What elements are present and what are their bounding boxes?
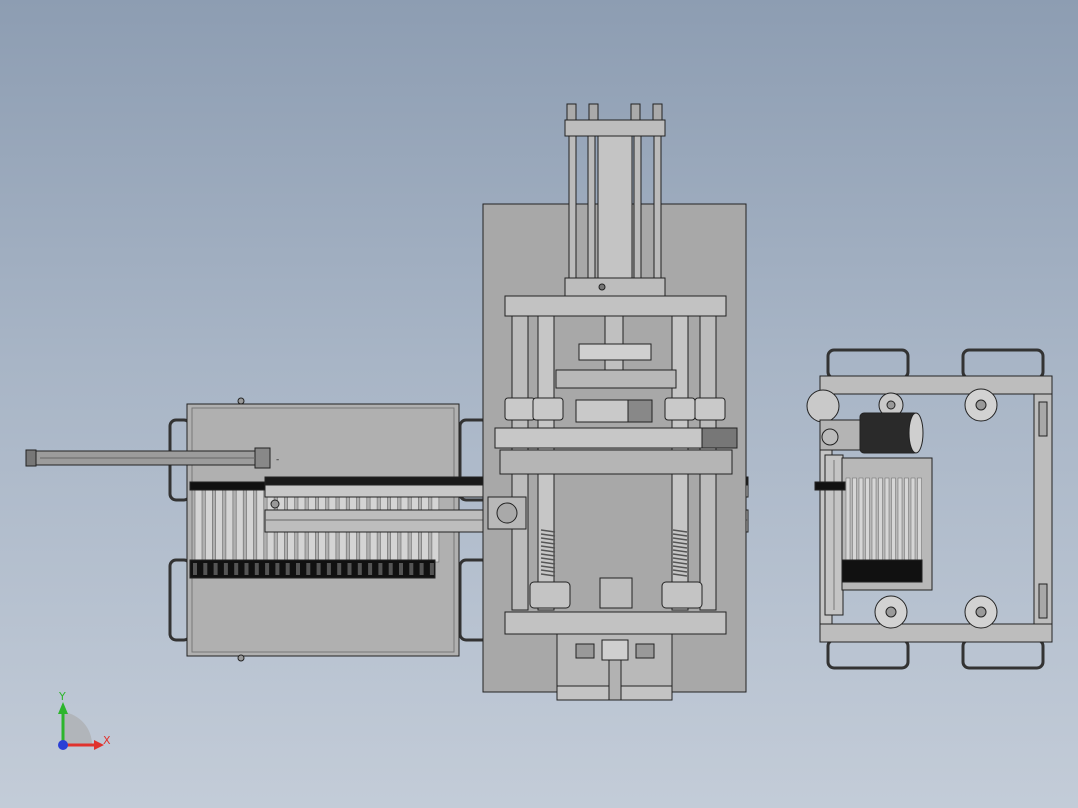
band-dot — [244, 563, 249, 575]
pusher-tip-mark: - — [276, 455, 279, 465]
feeder-tube — [235, 489, 244, 563]
band-dot — [337, 563, 342, 575]
pusher-cylinder: - — [25, 447, 279, 469]
frame-bottom-bar — [819, 623, 1053, 643]
band-dot — [213, 563, 218, 575]
upper-crosshead — [504, 295, 727, 317]
spring-base-left — [529, 581, 571, 609]
rail-roller-left — [270, 499, 280, 509]
mid-bracket — [555, 369, 677, 389]
tie-rod-4 — [653, 135, 662, 281]
band-dot — [193, 563, 197, 575]
port-fitting — [598, 283, 606, 291]
drive-handle-tl — [826, 348, 910, 380]
band-dot — [326, 563, 331, 575]
band-dot — [388, 563, 393, 575]
drive-upper-band — [814, 481, 846, 491]
feeder-tube — [225, 489, 234, 563]
right-drive-module — [806, 348, 1053, 670]
frame-slot-bottom — [1038, 583, 1048, 619]
band-dot — [306, 563, 311, 575]
band-dot — [357, 563, 362, 575]
cylinder-barrel — [597, 135, 633, 281]
band-dot — [419, 563, 424, 575]
band-dot — [347, 563, 352, 575]
drive-tube — [917, 477, 922, 563]
tie-rod-3 — [633, 135, 642, 281]
band-dot — [399, 563, 403, 575]
band-dot — [223, 563, 228, 575]
cad-model-view[interactable]: - Y X — [0, 0, 1078, 808]
pusher-mount — [254, 447, 271, 469]
band-dot — [203, 563, 208, 575]
press-head-block — [578, 343, 652, 361]
drive-tube — [845, 477, 851, 563]
lower-crosshead — [504, 611, 727, 635]
drive-tube — [897, 477, 903, 563]
tie-rod-1 — [568, 135, 577, 281]
band-dot — [429, 563, 434, 575]
band-dot — [234, 563, 239, 575]
center-ejector — [599, 577, 633, 609]
cylinder-top-cap — [564, 119, 666, 137]
moving-plate — [494, 427, 738, 449]
band-dot — [275, 563, 280, 575]
drive-handle-br — [961, 638, 1045, 670]
band-dot — [296, 563, 300, 575]
bottom-coupler — [601, 639, 629, 661]
drive-handle-bl — [826, 638, 910, 670]
band-dot — [409, 563, 414, 575]
nut-left — [575, 643, 595, 659]
band-dot — [378, 563, 383, 575]
drive-tube — [852, 477, 857, 563]
die-holder — [499, 449, 733, 475]
band-dot — [265, 563, 270, 575]
z-axis-dot — [58, 740, 68, 750]
drive-tube — [865, 477, 870, 563]
y-axis-arrow — [58, 702, 68, 714]
band-dot — [368, 563, 373, 575]
pusher-end-cap — [25, 449, 37, 467]
gearbox-shaft — [821, 428, 839, 446]
drive-tube — [910, 477, 916, 563]
band-dot — [254, 563, 259, 575]
drive-handle-tr — [961, 348, 1045, 380]
flange-bore — [496, 502, 518, 524]
cad-viewport[interactable]: - Y X — [0, 0, 1078, 808]
center-press-module — [482, 103, 747, 701]
nut-right — [635, 643, 655, 659]
top-bolt — [237, 397, 245, 405]
spring-base-right — [661, 581, 703, 609]
band-dot — [316, 563, 321, 575]
frame-slot-top — [1038, 401, 1048, 437]
triad-plane — [63, 712, 93, 745]
band-dot — [285, 563, 290, 575]
drive-black-band — [841, 559, 923, 583]
drive-tube — [904, 477, 909, 563]
upper-black-band — [189, 481, 269, 491]
feeder-tube — [246, 489, 254, 563]
drive-tube — [884, 477, 890, 563]
coordinate-triad: Y X — [58, 690, 111, 750]
drive-tube — [871, 477, 877, 563]
drive-tube — [878, 477, 883, 563]
die-block-dark — [627, 399, 653, 423]
tie-rod-2 — [587, 135, 596, 281]
feeder-tube — [205, 489, 213, 563]
frame-top-bar — [819, 375, 1053, 395]
y-axis-label: Y — [58, 690, 66, 703]
drive-tube — [858, 477, 864, 563]
feeder-tube — [256, 489, 265, 563]
cylinder-top-bolts — [566, 103, 663, 121]
bottom-rod — [608, 659, 622, 701]
motor-end-cap — [908, 412, 924, 454]
feeder-tube — [215, 489, 223, 563]
cylinder-bottom-cap — [564, 277, 666, 297]
drive-tube — [891, 477, 896, 563]
feeder-tube — [194, 489, 203, 563]
x-axis-label: X — [103, 734, 111, 747]
bottom-bolt — [237, 654, 245, 662]
moving-plate-dark-end — [701, 427, 738, 449]
